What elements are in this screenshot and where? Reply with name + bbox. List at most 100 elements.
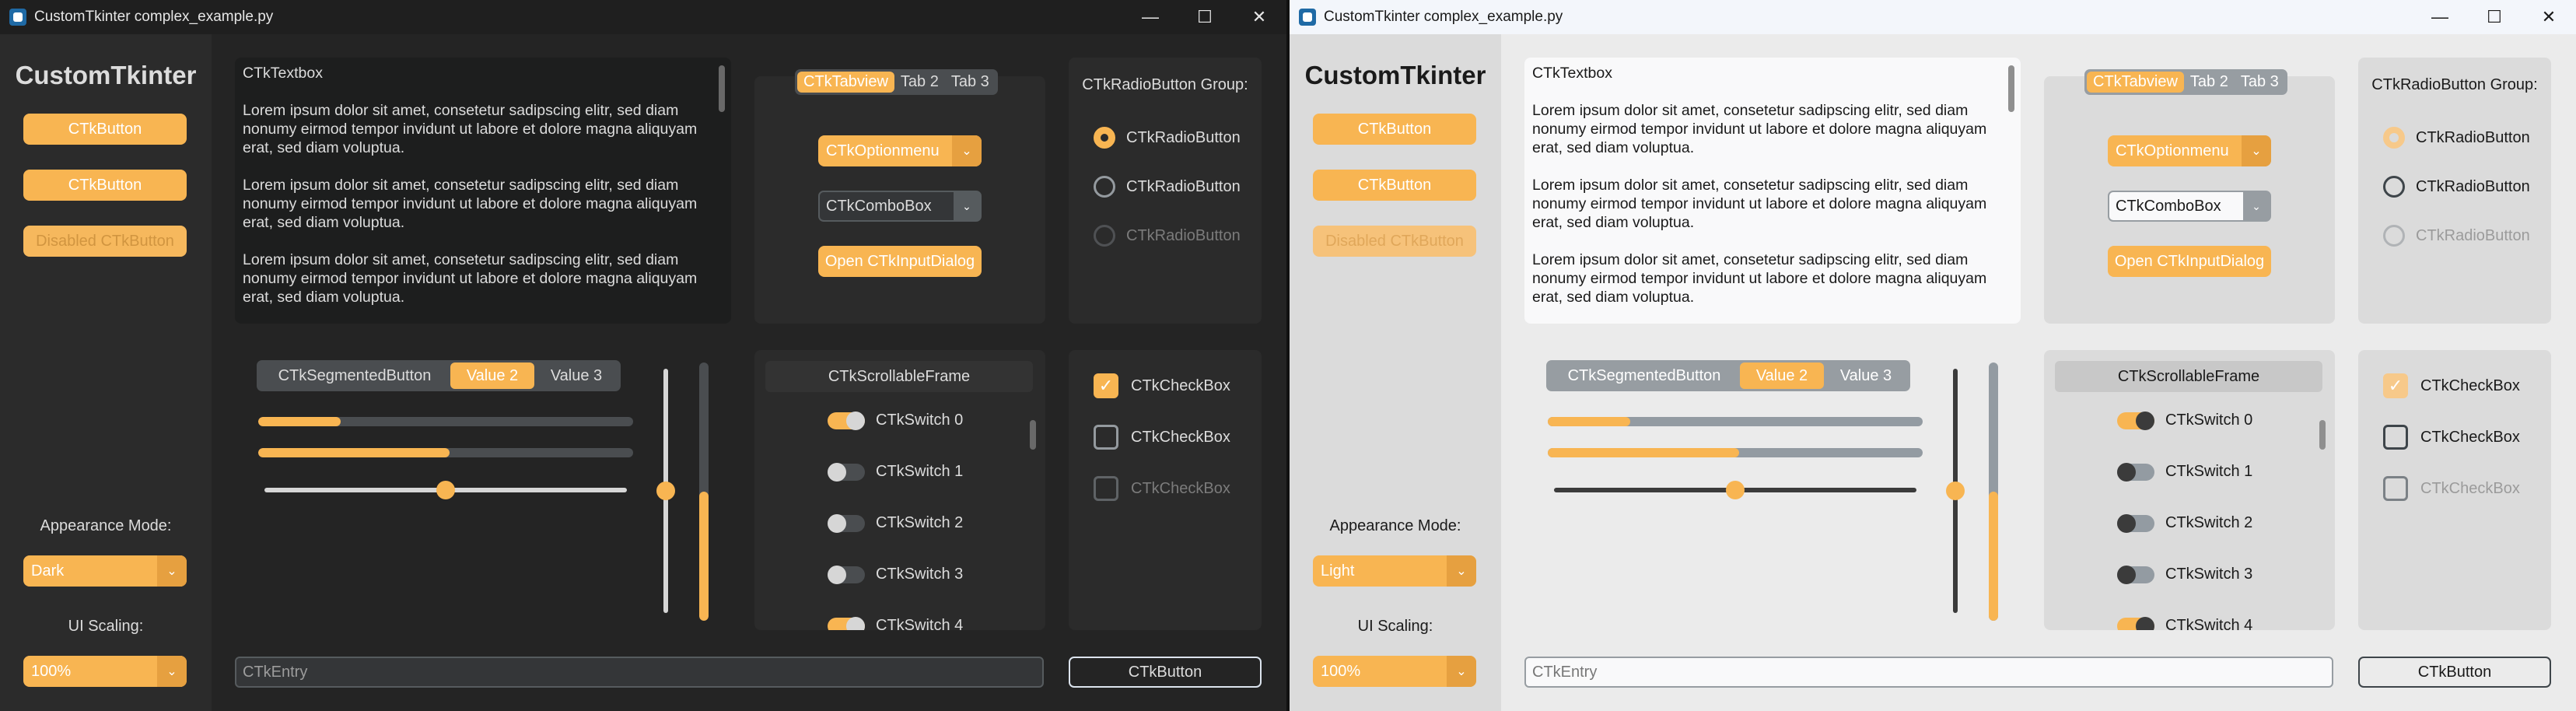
scrollable-frame-scrollbar[interactable]: [1030, 420, 1036, 450]
tab-optionmenu[interactable]: CTkOptionmenu ⌄: [818, 135, 982, 166]
switch-toggle[interactable]: [2117, 565, 2154, 584]
sidebar: CustomTkinter CTkButton CTkButton Disabl…: [0, 34, 212, 711]
switch-toggle[interactable]: [2117, 462, 2154, 482]
switch-toggle[interactable]: [828, 616, 865, 630]
minimize-icon[interactable]: —: [1123, 0, 1178, 34]
vertical-slider[interactable]: [1946, 369, 1965, 613]
sidebar-button-2[interactable]: CTkButton: [1313, 170, 1476, 201]
radio-button-2[interactable]: CTkRadioButton: [2383, 176, 2530, 198]
segment-3[interactable]: Value 3: [1824, 363, 1908, 389]
tab-combobox[interactable]: CTkComboBox ⌄: [818, 191, 982, 222]
switch-toggle[interactable]: [2117, 411, 2154, 430]
entry-field[interactable]: CTkEntry: [1524, 657, 2333, 688]
checkmark-icon: ✓: [2383, 373, 2408, 398]
chevron-down-icon[interactable]: ⌄: [2243, 192, 2270, 220]
textbox[interactable]: CTkTextbox Lorem ipsum dolor sit amet, c…: [1524, 58, 2021, 324]
segment-2[interactable]: Value 2: [1740, 363, 1824, 389]
appearance-mode-optionmenu[interactable]: Dark ⌄: [23, 555, 187, 587]
switch-4[interactable]: CTkSwitch 4: [2117, 616, 2252, 630]
tab-3[interactable]: Tab 3: [2235, 72, 2285, 93]
switch-3[interactable]: CTkSwitch 3: [828, 565, 963, 584]
checkbox-2[interactable]: CTkCheckBox: [1094, 425, 1230, 450]
scrollable-frame-title: CTkScrollableFrame: [2055, 361, 2322, 392]
checkbox-label: CTkCheckBox: [1131, 479, 1230, 497]
switch-toggle[interactable]: [828, 513, 865, 533]
segment-3[interactable]: Value 3: [534, 363, 618, 389]
horizontal-slider[interactable]: [1554, 481, 1916, 499]
textbox-scrollbar[interactable]: [719, 65, 725, 112]
textbox-paragraph-2: Lorem ipsum dolor sit amet, consetetur s…: [1532, 177, 1987, 231]
radio-button-2[interactable]: CTkRadioButton: [1094, 176, 1241, 198]
textbox-paragraph-1: Lorem ipsum dolor sit amet, consetetur s…: [243, 102, 698, 156]
switch-toggle[interactable]: [828, 565, 865, 584]
switch-4[interactable]: CTkSwitch 4: [828, 616, 963, 630]
sidebar-button-1[interactable]: CTkButton: [1313, 114, 1476, 145]
switch-toggle[interactable]: [2117, 513, 2154, 533]
close-icon[interactable]: ✕: [2522, 0, 2576, 34]
switch-1[interactable]: CTkSwitch 1: [828, 462, 963, 482]
tab-2[interactable]: Tab 2: [894, 72, 945, 93]
segment-1[interactable]: CTkSegmentedButton: [259, 363, 450, 389]
segment-1[interactable]: CTkSegmentedButton: [1549, 363, 1740, 389]
switch-toggle[interactable]: [828, 411, 865, 430]
switch-toggle[interactable]: [828, 462, 865, 482]
checkbox-1[interactable]: ✓ CTkCheckBox: [2383, 373, 2520, 398]
tab-ctktabview[interactable]: CTkTabview: [797, 72, 894, 93]
radio-indicator: [1094, 225, 1115, 247]
entry-field[interactable]: CTkEntry: [235, 657, 1044, 688]
textbox-scrollbar[interactable]: [2008, 65, 2014, 112]
vertical-progressbar: [699, 363, 709, 621]
switch-2[interactable]: CTkSwitch 2: [828, 513, 964, 533]
maximize-icon[interactable]: ☐: [2467, 0, 2522, 34]
textbox[interactable]: CTkTextbox Lorem ipsum dolor sit amet, c…: [235, 58, 731, 324]
appearance-mode-value: Light: [1321, 562, 1355, 580]
vertical-progressbar-fill: [699, 492, 709, 621]
checkbox-1[interactable]: ✓ CTkCheckBox: [1094, 373, 1230, 398]
segment-2[interactable]: Value 2: [450, 363, 534, 389]
radio-indicator: [1094, 127, 1115, 149]
vertical-slider-knob[interactable]: [656, 482, 675, 500]
vertical-slider[interactable]: [656, 369, 675, 613]
checkbox-box: [2383, 476, 2408, 501]
main-button[interactable]: CTkButton: [1069, 657, 1262, 688]
chevron-down-icon: ⌄: [157, 555, 187, 587]
horizontal-slider-knob[interactable]: [436, 481, 455, 499]
appearance-mode-optionmenu[interactable]: Light ⌄: [1313, 555, 1476, 587]
checkbox-label: CTkCheckBox: [2420, 377, 2520, 394]
minimize-icon[interactable]: —: [2413, 0, 2467, 34]
switch-toggle[interactable]: [2117, 616, 2154, 630]
tab-optionmenu[interactable]: CTkOptionmenu ⌄: [2108, 135, 2271, 166]
radio-button-1[interactable]: CTkRadioButton: [1094, 127, 1241, 149]
progressbar-1-fill: [1548, 417, 1631, 426]
tab-ctktabview[interactable]: CTkTabview: [2087, 72, 2184, 93]
main-button[interactable]: CTkButton: [2358, 657, 2551, 688]
open-input-dialog-button[interactable]: Open CTkInputDialog: [818, 246, 982, 277]
sidebar-button-2[interactable]: CTkButton: [23, 170, 187, 201]
chevron-down-icon[interactable]: ⌄: [954, 192, 980, 220]
horizontal-slider-knob[interactable]: [1726, 481, 1745, 499]
switch-2[interactable]: CTkSwitch 2: [2117, 513, 2252, 533]
switch-0[interactable]: CTkSwitch 0: [2117, 411, 2252, 430]
switch-1[interactable]: CTkSwitch 1: [2117, 462, 2252, 482]
vertical-slider-knob[interactable]: [1946, 482, 1965, 500]
checkbox-label: CTkCheckBox: [2420, 428, 2520, 446]
ui-scaling-optionmenu[interactable]: 100% ⌄: [23, 656, 187, 687]
ui-scaling-optionmenu[interactable]: 100% ⌄: [1313, 656, 1476, 687]
close-icon[interactable]: ✕: [1232, 0, 1286, 34]
switch-0[interactable]: CTkSwitch 0: [828, 411, 963, 430]
switch-label: CTkSwitch 2: [876, 514, 964, 531]
chevron-down-icon: ⌄: [2242, 135, 2271, 166]
tab-combobox[interactable]: CTkComboBox ⌄: [2108, 191, 2271, 222]
horizontal-slider[interactable]: [264, 481, 627, 499]
scrollable-frame: CTkScrollableFrame CTkSwitch 0 CTkSwitch…: [2044, 350, 2335, 630]
sidebar-button-1[interactable]: CTkButton: [23, 114, 187, 145]
radio-button-1[interactable]: CTkRadioButton: [2383, 127, 2530, 149]
open-input-dialog-button[interactable]: Open CTkInputDialog: [2108, 246, 2271, 277]
tab-3[interactable]: Tab 3: [945, 72, 996, 93]
checkbox-2[interactable]: CTkCheckBox: [2383, 425, 2520, 450]
tab-2[interactable]: Tab 2: [2184, 72, 2235, 93]
scrollable-frame-scrollbar[interactable]: [2319, 420, 2326, 450]
switch-3[interactable]: CTkSwitch 3: [2117, 565, 2252, 584]
radio-group-label: CTkRadioButton Group:: [2371, 76, 2538, 93]
maximize-icon[interactable]: ☐: [1178, 0, 1232, 34]
